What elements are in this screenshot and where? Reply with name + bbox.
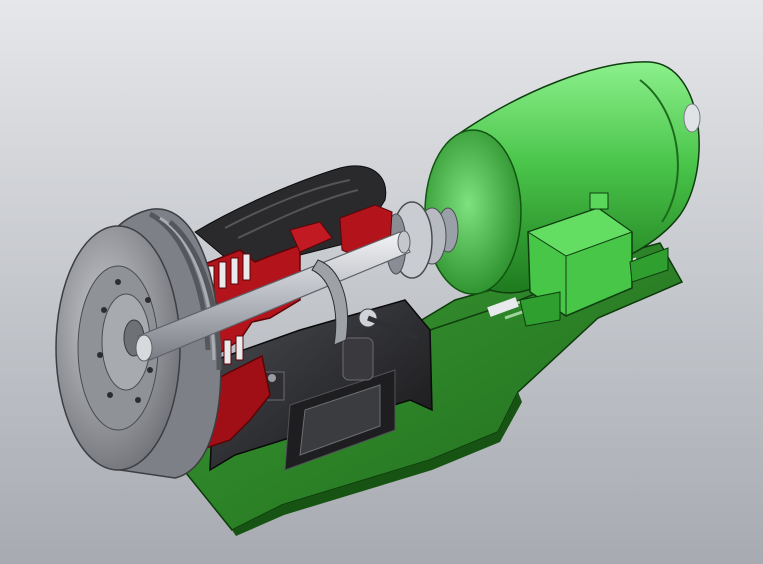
cad-viewport[interactable]: [0, 0, 763, 564]
cad-model: [55, 61, 701, 536]
